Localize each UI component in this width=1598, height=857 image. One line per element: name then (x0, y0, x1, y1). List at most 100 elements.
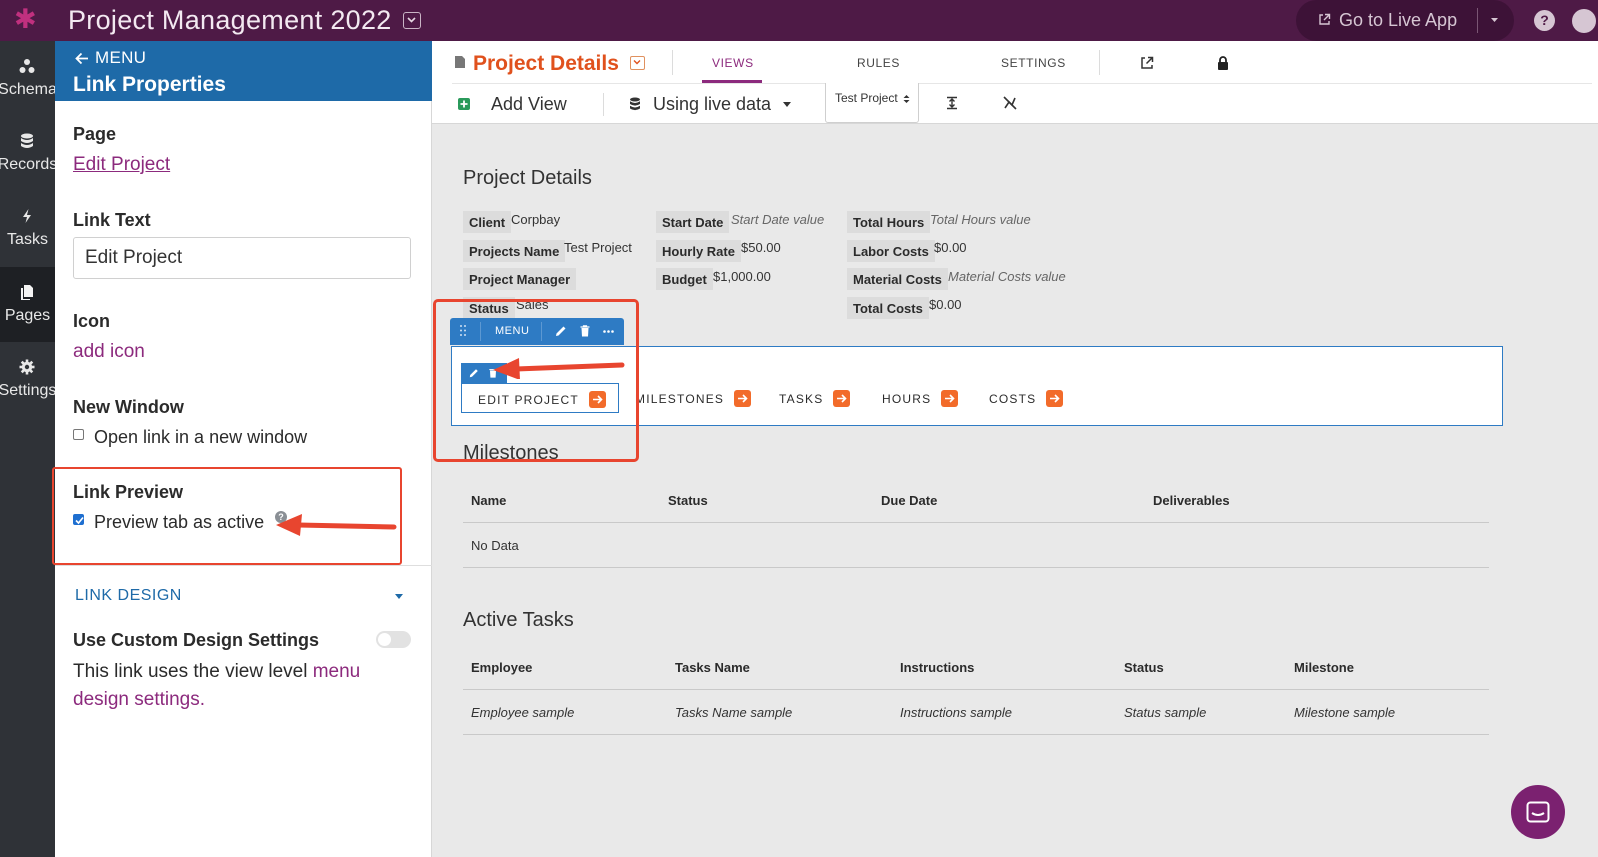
chevron-down-icon (407, 17, 416, 23)
menu-link-label: MILESTONES (635, 392, 725, 406)
page-title[interactable]: Project Details (473, 51, 619, 76)
top-bar: ✱ Project Management 2022 Go to Live App… (0, 0, 1598, 41)
no-design-icon[interactable] (1003, 96, 1017, 110)
help-icon[interactable]: ? (1534, 10, 1555, 31)
schema-icon (19, 59, 35, 73)
page-title-dropdown[interactable] (630, 56, 645, 70)
field-label: Labor Costs (847, 240, 935, 262)
table-cell: Status sample (1124, 705, 1207, 720)
lock-icon[interactable] (1216, 56, 1230, 70)
user-avatar[interactable] (1572, 9, 1596, 33)
link-text-input[interactable]: Edit Project (73, 237, 411, 279)
gear-icon (19, 359, 35, 375)
bolt-icon (23, 209, 31, 223)
back-to-menu-link[interactable]: MENU (75, 48, 146, 68)
app-title[interactable]: Project Management 2022 (68, 4, 392, 36)
design-settings-note: This link uses the view level menu desig… (73, 658, 393, 714)
nav-item-schema[interactable]: Schema (0, 41, 55, 116)
new-window-option-label[interactable]: Open link in a new window (94, 426, 307, 448)
tab-views[interactable]: VIEWS (712, 56, 754, 70)
divider (463, 522, 1489, 523)
app-menu-dropdown[interactable] (403, 12, 421, 29)
chevron-down-icon (633, 60, 641, 65)
field-label: Total Costs (847, 297, 929, 319)
column-header: Deliverables (1153, 493, 1230, 508)
active-tasks-title[interactable]: Active Tasks (463, 608, 574, 632)
divider (55, 565, 432, 566)
chat-icon (1526, 801, 1550, 823)
external-link-icon[interactable] (1140, 56, 1154, 70)
table-cell: Instructions sample (900, 705, 1012, 720)
arrow-right-icon (734, 390, 752, 407)
tab-rules[interactable]: RULES (857, 56, 900, 70)
record-select[interactable]: Test Project (825, 83, 919, 123)
data-source-selector[interactable]: Using live data (653, 94, 771, 115)
divider (1477, 8, 1478, 33)
design-note-text: This link uses the view level (73, 661, 308, 682)
empty-state: No Data (471, 538, 519, 553)
details-title[interactable]: Project Details (463, 166, 592, 190)
nav-label: Pages (4, 307, 51, 324)
app-logo-icon[interactable]: ✱ (14, 6, 38, 33)
pages-icon (21, 285, 33, 300)
arrow-right-icon (1046, 390, 1064, 407)
nav-item-pages[interactable]: Pages (0, 267, 55, 342)
field-value: $1,000.00 (713, 269, 771, 284)
arrow-right-icon (941, 390, 959, 407)
add-icon-link[interactable]: add icon (73, 340, 145, 363)
column-header: Instructions (900, 660, 975, 675)
new-window-label: New Window (73, 397, 184, 417)
tab-settings[interactable]: SETTINGS (1001, 56, 1066, 70)
caret-down-icon[interactable] (1490, 17, 1499, 23)
add-view-button[interactable]: Add View (491, 94, 567, 115)
arrow-left-icon (75, 52, 88, 65)
column-header: Status (1124, 660, 1164, 675)
arrow-right-icon (833, 390, 851, 407)
caret-down-icon[interactable] (395, 594, 403, 599)
field-value: $0.00 (934, 240, 967, 255)
link-text-label: Link Text (73, 210, 151, 230)
nav-item-records[interactable]: Records (0, 116, 55, 191)
preview-active-option-label[interactable]: Preview tab as active (94, 511, 264, 533)
menu-link-costs[interactable]: COSTS (989, 390, 1064, 409)
database-icon (21, 133, 33, 148)
help-tooltip-icon[interactable]: ? (275, 511, 287, 523)
column-header: Milestone (1294, 660, 1354, 675)
field-label: Client (463, 211, 512, 233)
field-label: Start Date (656, 211, 730, 233)
left-nav: Schema Records Tasks Pages Settings (0, 41, 55, 857)
new-window-checkbox[interactable] (73, 429, 84, 440)
caret-down-icon[interactable] (783, 102, 791, 107)
preview-active-checkbox[interactable] (73, 514, 84, 525)
nav-item-tasks[interactable]: Tasks (0, 191, 55, 266)
menu-link-label: COSTS (989, 392, 1037, 406)
field-label: Budget (656, 268, 713, 290)
go-to-live-app-button[interactable]: Go to Live App (1296, 0, 1514, 41)
menu-link-hours[interactable]: HOURS (882, 390, 959, 409)
nav-item-settings[interactable]: Settings (0, 342, 55, 417)
table-cell: Employee sample (471, 705, 575, 720)
menu-link-label: HOURS (882, 392, 932, 406)
divider (452, 83, 1592, 84)
page-link[interactable]: Edit Project (73, 153, 170, 176)
text-height-icon[interactable] (945, 96, 959, 110)
field-label: Total Hours (847, 211, 931, 233)
external-link-icon (1319, 13, 1331, 25)
page-label: Page (73, 124, 117, 144)
field-label: Hourly Rate (656, 240, 741, 262)
field-value: $50.00 (741, 240, 781, 255)
field-value: Corpbay (511, 212, 561, 227)
link-properties-panel: MENU Link Properties Page Edit Project L… (52, 41, 432, 857)
divider (463, 567, 1489, 568)
link-design-section-toggle[interactable]: LINK DESIGN (75, 586, 182, 605)
divider (603, 93, 604, 116)
field-value: Total Hours value (930, 212, 1031, 227)
field-label: Project Manager (463, 268, 577, 290)
chat-support-button[interactable] (1511, 785, 1565, 839)
panel-title: Link Properties (73, 73, 226, 96)
divider (463, 734, 1489, 735)
plus-icon[interactable] (458, 98, 470, 110)
menu-link-milestones[interactable]: MILESTONES (635, 390, 752, 409)
menu-link-tasks[interactable]: TASKS (779, 390, 851, 409)
custom-design-toggle[interactable] (376, 631, 411, 648)
